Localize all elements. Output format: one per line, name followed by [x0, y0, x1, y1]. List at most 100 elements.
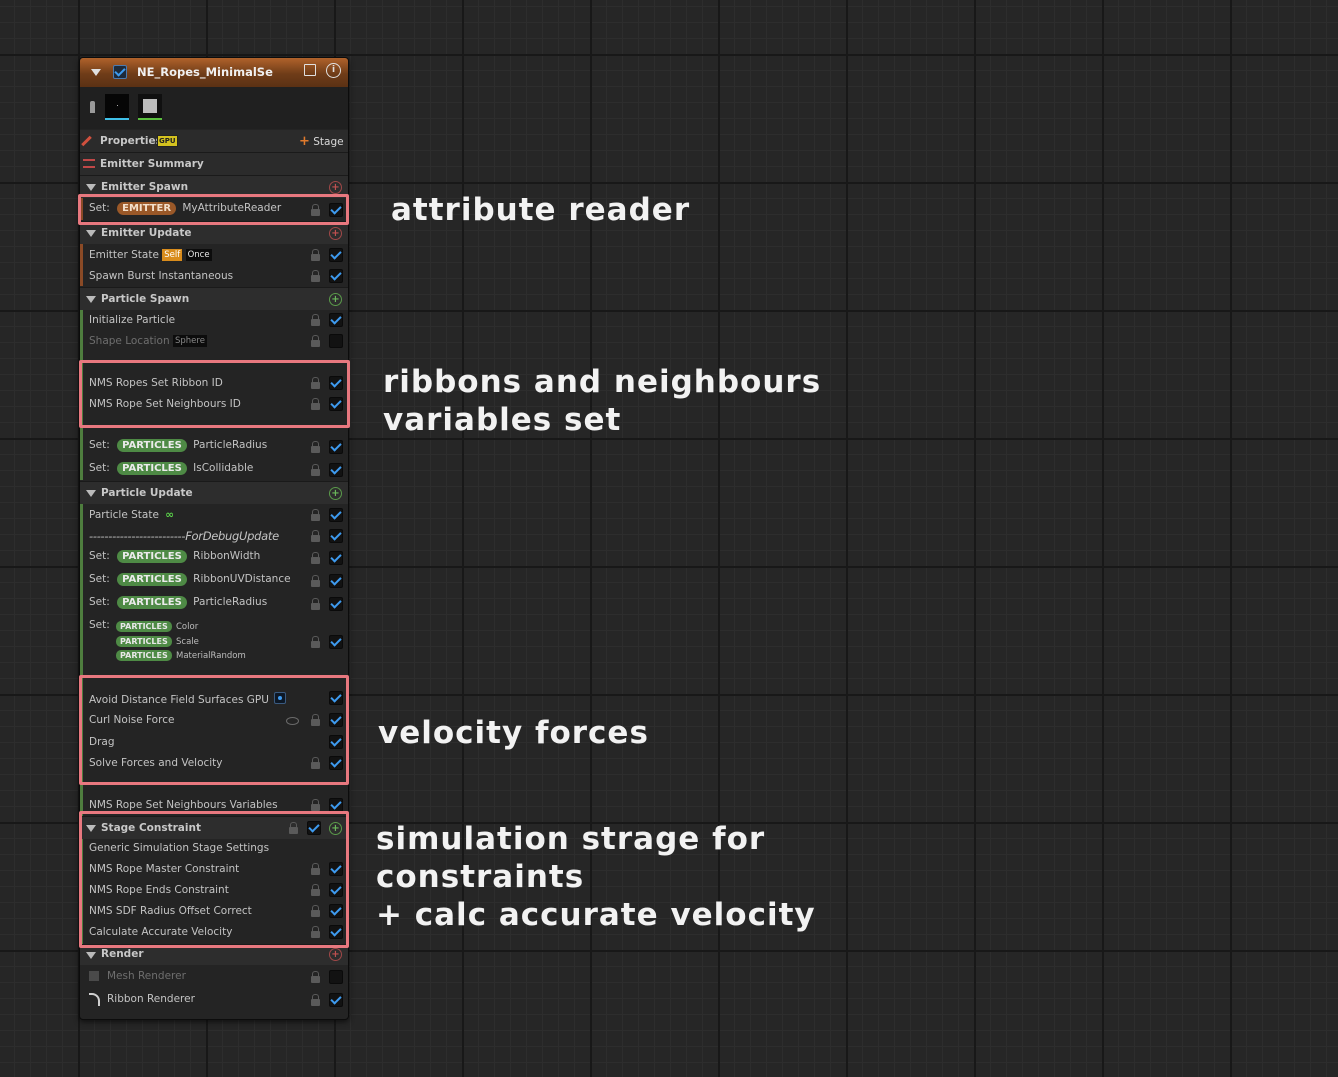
lock-icon[interactable]: [311, 971, 320, 983]
properties-row[interactable]: Properties GPU + Stage: [80, 130, 348, 152]
particle-update-header[interactable]: Particle Update +: [80, 482, 348, 504]
stage-label: Stage: [313, 136, 344, 148]
module-row[interactable]: Shape Location Sphere: [80, 331, 348, 352]
add-stage-button[interactable]: + Stage: [299, 134, 344, 149]
module-enabled-checkbox[interactable]: [329, 635, 343, 649]
emitter-summary-label: Emitter Summary: [100, 158, 204, 170]
lock-icon[interactable]: [311, 249, 320, 261]
annotation-simulation-line2: constraints: [376, 859, 585, 895]
lock-icon[interactable]: [311, 335, 320, 347]
emitter-update-header[interactable]: Emitter Update +: [80, 222, 348, 244]
lock-icon[interactable]: [311, 314, 320, 326]
module-enabled-checkbox[interactable]: [329, 597, 343, 611]
module-row[interactable]: Initialize Particle: [80, 310, 348, 331]
lock-icon[interactable]: [311, 598, 320, 610]
module-enabled-checkbox[interactable]: [329, 798, 343, 812]
lock-icon[interactable]: [311, 441, 320, 453]
highlight-velocity-forces: [79, 675, 349, 785]
lock-icon[interactable]: [311, 636, 320, 648]
namespace-pill: PARTICLES: [117, 439, 187, 452]
renderer-label: Ribbon Renderer: [107, 993, 195, 1005]
plus-icon: +: [299, 134, 310, 149]
node-title-bar[interactable]: NE_Ropes_MinimalSe i: [80, 58, 348, 87]
material-thumbnail[interactable]: [138, 94, 162, 120]
emitter-title: NE_Ropes_MinimalSe: [137, 65, 273, 79]
renderer-row[interactable]: Ribbon Renderer: [80, 989, 348, 1011]
annotation-ribbons-line1: ribbons and neighbours: [383, 364, 822, 400]
namespace-pill: PARTICLES: [117, 596, 187, 609]
collapse-arrow-icon[interactable]: [86, 952, 96, 959]
module-row[interactable]: Set: PARTICLES ParticleRadius: [80, 436, 348, 458]
renderer-row[interactable]: Mesh Renderer: [80, 966, 348, 988]
lock-icon[interactable]: [311, 464, 320, 476]
module-enabled-checkbox[interactable]: [329, 463, 343, 477]
highlight-stage-constraint: [79, 811, 349, 948]
module-enabled-checkbox[interactable]: [329, 440, 343, 454]
open-emitter-icon[interactable]: [304, 64, 316, 76]
lock-icon[interactable]: [311, 552, 320, 564]
module-row[interactable]: Particle State ∞: [80, 505, 348, 526]
module-label: Spawn Burst Instantaneous: [89, 270, 234, 282]
lock-icon[interactable]: [311, 509, 320, 521]
collapse-arrow-icon[interactable]: [86, 296, 96, 303]
highlight-ribbons-neighbours: [79, 360, 350, 428]
module-row[interactable]: Set: PARTICLES RibbonWidth: [80, 547, 348, 569]
namespace-pill: PARTICLES: [117, 573, 187, 586]
module-row[interactable]: Set: PARTICLES ParticleRadius: [80, 593, 348, 615]
lock-icon[interactable]: [311, 799, 320, 811]
renderer-enabled-checkbox[interactable]: [329, 993, 343, 1007]
lock-icon[interactable]: [311, 994, 320, 1006]
add-module-icon[interactable]: +: [329, 293, 342, 306]
info-icon[interactable]: i: [326, 63, 341, 78]
collapse-arrow-icon[interactable]: [86, 184, 96, 191]
module-enabled-checkbox[interactable]: [329, 248, 343, 262]
add-module-icon[interactable]: +: [329, 487, 342, 500]
once-tag: Once: [185, 249, 212, 261]
emitter-enabled-checkbox[interactable]: [113, 65, 127, 79]
module-enabled-checkbox[interactable]: [329, 574, 343, 588]
lock-icon[interactable]: [311, 530, 320, 542]
namespace-pill: PARTICLES: [116, 636, 172, 647]
render-header[interactable]: Render +: [80, 945, 348, 965]
add-module-icon[interactable]: +: [329, 181, 342, 194]
properties-label: Properties: [100, 135, 162, 147]
person-icon: [90, 101, 95, 113]
emitter-summary-row[interactable]: Emitter Summary: [80, 153, 348, 175]
module-label: Initialize Particle: [89, 314, 176, 326]
module-enabled-checkbox[interactable]: [329, 529, 343, 543]
module-enabled-checkbox[interactable]: [329, 269, 343, 283]
particle-spawn-header[interactable]: Particle Spawn +: [80, 288, 348, 310]
module-row[interactable]: Set: PARTICLES IsCollidable: [80, 459, 348, 481]
collapse-arrow-icon[interactable]: [86, 490, 96, 497]
module-enabled-checkbox[interactable]: [329, 313, 343, 327]
module-row[interactable]: Emitter State Self Once: [80, 245, 348, 266]
annotation-simulation-line3: + calc accurate velocity: [376, 897, 816, 933]
collapse-arrow-icon[interactable]: [91, 69, 101, 76]
module-row[interactable]: Set: PARTICLES Color PARTICLES Scale PAR…: [80, 616, 348, 668]
annotation-ribbons-line2: variables set: [383, 402, 622, 438]
module-row[interactable]: Set: PARTICLES RibbonUVDistance: [80, 570, 348, 592]
infinity-icon: ∞: [165, 509, 175, 521]
module-enabled-checkbox[interactable]: [329, 551, 343, 565]
renderer-enabled-checkbox[interactable]: [329, 970, 343, 984]
namespace-pill: PARTICLES: [116, 650, 172, 661]
add-renderer-icon[interactable]: +: [329, 948, 342, 961]
section-title: Emitter Update: [101, 227, 192, 239]
module-enabled-checkbox[interactable]: [329, 334, 343, 348]
set-label: Set:: [89, 439, 110, 451]
lock-icon[interactable]: [311, 575, 320, 587]
variable-name: Scale: [176, 637, 199, 647]
section-title: Render: [101, 948, 144, 960]
module-row[interactable]: Spawn Burst Instantaneous: [80, 266, 348, 287]
namespace-pill: PARTICLES: [116, 621, 172, 632]
collapse-arrow-icon[interactable]: [86, 230, 96, 237]
ribbon-thumbnail[interactable]: [105, 94, 129, 120]
add-module-icon[interactable]: +: [329, 227, 342, 240]
variable-name: IsCollidable: [193, 462, 254, 474]
self-tag: Self: [162, 249, 183, 261]
set-label: Set:: [89, 596, 110, 608]
variable-name: Color: [176, 622, 199, 632]
module-row[interactable]: -------------------------ForDebugUpdate: [80, 526, 348, 547]
lock-icon[interactable]: [311, 270, 320, 282]
module-enabled-checkbox[interactable]: [329, 508, 343, 522]
